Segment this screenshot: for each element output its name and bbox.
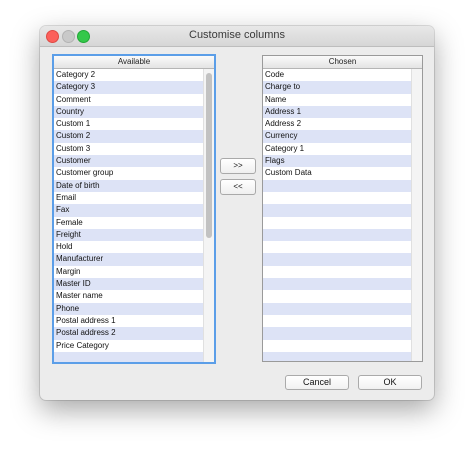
list-item[interactable] <box>263 265 412 279</box>
list-item[interactable]: Customer group <box>54 167 204 180</box>
list-item[interactable] <box>263 314 412 328</box>
available-list-header: Available <box>54 56 214 69</box>
title-bar[interactable]: Customise columns <box>40 26 434 47</box>
list-item[interactable]: Charge to <box>263 81 412 94</box>
list-item[interactable] <box>263 241 412 254</box>
list-item[interactable]: Custom 1 <box>54 118 204 131</box>
list-item[interactable]: Postal address 1 <box>54 314 204 328</box>
list-item[interactable]: Female <box>54 216 204 229</box>
list-item[interactable]: Category 1 <box>263 142 412 156</box>
list-item[interactable]: Custom 3 <box>54 142 204 156</box>
list-item[interactable]: Master name <box>54 290 204 303</box>
list-item[interactable]: Name <box>263 93 412 106</box>
list-item[interactable]: Custom Data <box>263 167 412 180</box>
list-item[interactable]: Postal address 2 <box>54 327 204 340</box>
list-item[interactable]: Flags <box>263 155 412 168</box>
chosen-columns-list[interactable]: Chosen Code Charge to Name Address 1 Address… <box>262 55 423 362</box>
cancel-button[interactable]: Cancel <box>285 375 349 390</box>
list-item[interactable]: Price Category <box>54 339 204 352</box>
list-item[interactable]: Fax <box>54 204 204 217</box>
list-item[interactable] <box>263 327 412 340</box>
available-scrollbar-thumb[interactable] <box>206 73 212 239</box>
list-item[interactable]: Category 3 <box>54 81 204 94</box>
list-item[interactable]: Manufacturer <box>54 253 204 266</box>
list-item[interactable]: Customer <box>54 155 204 168</box>
customise-columns-dialog: Customise columns Available Category 2 Ca… <box>40 26 434 400</box>
list-item[interactable]: Comment <box>54 93 204 106</box>
ok-button[interactable]: OK <box>358 375 422 390</box>
list-item[interactable]: Master ID <box>54 278 204 291</box>
chosen-list-header: Chosen <box>263 56 422 69</box>
list-item[interactable] <box>263 278 412 291</box>
list-item[interactable] <box>263 216 412 229</box>
available-scrollbar[interactable] <box>203 69 214 362</box>
list-item[interactable]: Phone <box>54 302 204 315</box>
list-item[interactable] <box>263 253 412 266</box>
add-column-button[interactable]: >> <box>220 158 256 174</box>
list-item[interactable]: Freight <box>54 228 204 242</box>
available-columns-list[interactable]: Available Category 2 Category 3 Comment Cou… <box>52 54 216 364</box>
available-list-body[interactable]: Category 2 Category 3 Comment Country Custom… <box>54 69 204 362</box>
list-item[interactable]: Address 2 <box>263 118 412 131</box>
list-item[interactable] <box>263 290 412 303</box>
list-item[interactable]: Currency <box>263 130 412 143</box>
chosen-scrollbar[interactable] <box>411 69 422 361</box>
list-item[interactable] <box>263 191 412 205</box>
list-item[interactable]: Margin <box>54 265 204 279</box>
list-item[interactable]: Custom 2 <box>54 130 204 143</box>
list-item[interactable]: Hold <box>54 241 204 254</box>
list-item[interactable]: Category 2 <box>54 69 204 82</box>
list-item[interactable] <box>263 204 412 217</box>
list-item[interactable] <box>263 179 412 192</box>
list-item[interactable] <box>54 351 204 362</box>
list-item[interactable] <box>263 339 412 352</box>
window-title: Customise columns <box>189 29 285 41</box>
list-item[interactable] <box>263 228 412 242</box>
list-item[interactable]: Email <box>54 191 204 205</box>
chosen-list-body[interactable]: Code Charge to Name Address 1 Address 2 Curre… <box>263 69 412 361</box>
list-item[interactable]: Country <box>54 105 204 119</box>
list-item[interactable] <box>263 351 412 361</box>
list-item[interactable]: Address 1 <box>263 105 412 119</box>
list-item[interactable]: Code <box>263 69 412 82</box>
remove-column-button[interactable]: << <box>220 179 256 195</box>
list-item[interactable]: Date of birth <box>54 179 204 192</box>
list-item[interactable] <box>263 302 412 315</box>
